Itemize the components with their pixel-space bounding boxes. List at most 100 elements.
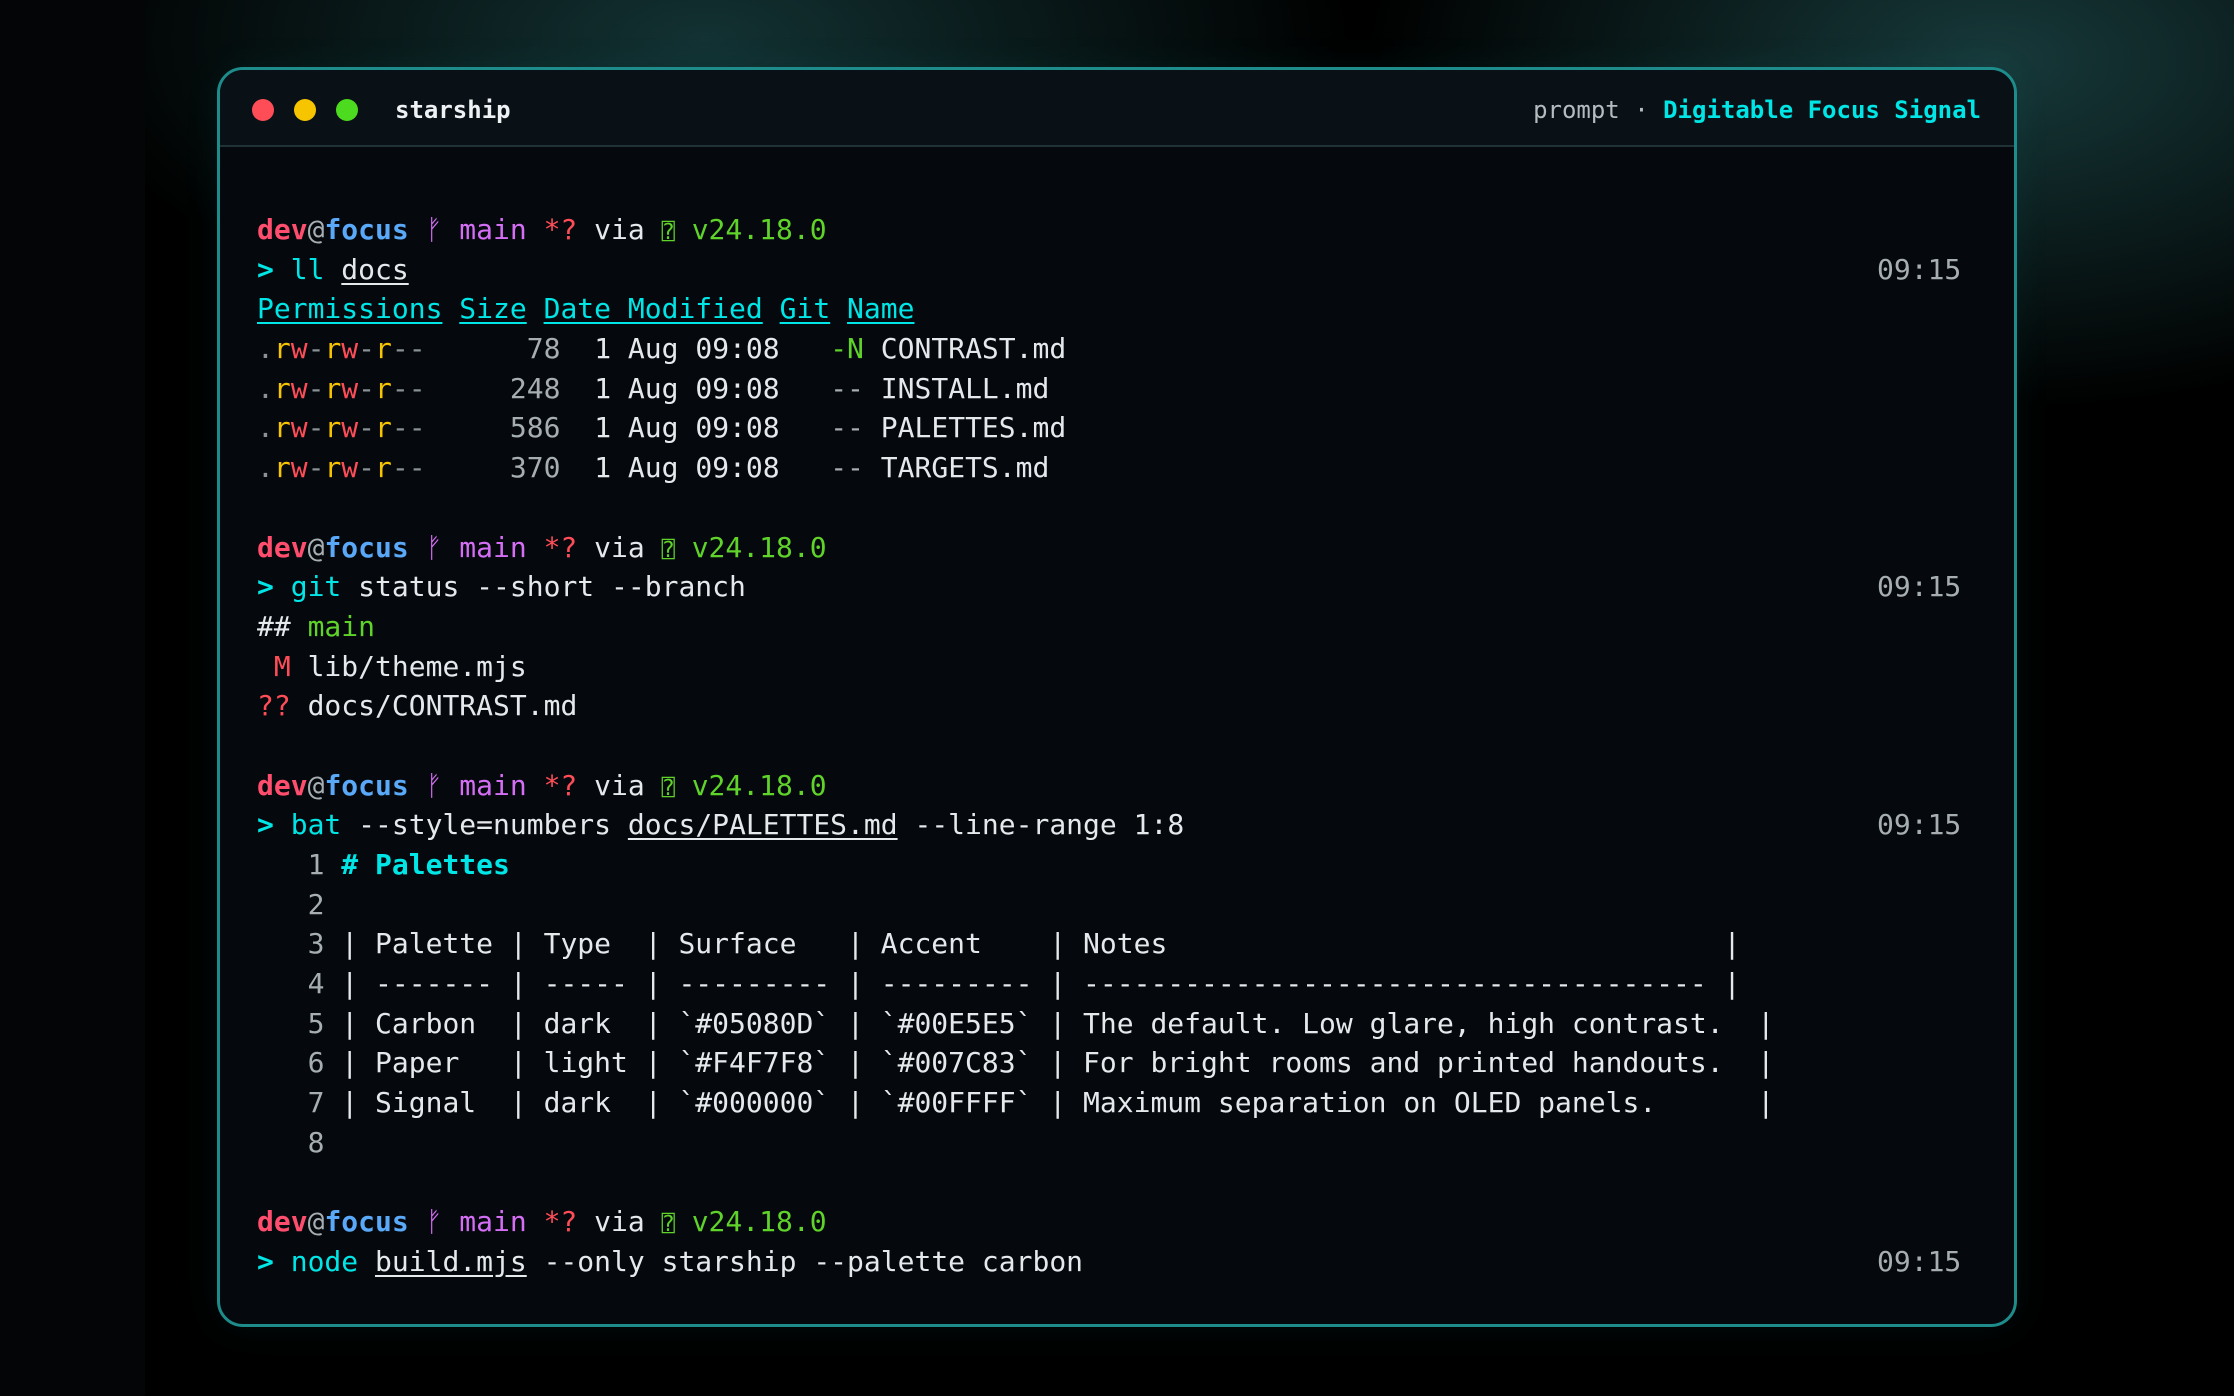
command-path-arg[interactable]: docs/PALETTES.md: [628, 808, 898, 841]
file-name[interactable]: CONTRAST.md: [881, 332, 1066, 365]
git-status-entry: ?? docs/CONTRAST.md: [257, 686, 2014, 726]
close-button[interactable]: [252, 99, 274, 121]
nodejs-icon: ⍰: [661, 220, 675, 245]
permission-char: w: [341, 371, 359, 405]
git-status-path[interactable]: lib/theme.mjs: [308, 650, 527, 683]
bat-line-number: 4: [307, 967, 325, 1001]
prompt-arrow: >: [257, 1244, 274, 1278]
git-status-path[interactable]: docs/CONTRAST.md: [308, 689, 578, 722]
permission-char: .: [257, 371, 274, 405]
size-cell: 248: [509, 371, 561, 405]
nodejs-icon: ⍰: [661, 537, 675, 563]
command-line: > bat --style=numbers docs/PALETTES.md -…: [257, 805, 2014, 845]
prompt-at: @: [307, 213, 325, 246]
bat-line: 8: [257, 1123, 2014, 1163]
file-name[interactable]: INSTALL.md: [881, 372, 1050, 405]
permission-char: r: [273, 411, 291, 445]
permission-char: w: [290, 371, 308, 405]
prompt-user: dev: [257, 213, 308, 246]
permission-char: w: [341, 451, 359, 485]
command-program[interactable]: bat: [291, 808, 342, 841]
bat-line: 1 # Palettes: [257, 845, 2014, 885]
date-cell: 1 Aug 09:08: [594, 371, 780, 405]
git-status-cell: -N: [830, 332, 864, 366]
prompt-host: focus: [324, 530, 409, 564]
git-branch-icon: ᚠ: [425, 213, 443, 246]
permission-char: w: [341, 411, 359, 445]
ls-column-header: Date Modified: [543, 292, 763, 326]
prompt-via: via: [594, 213, 645, 246]
command-path-arg[interactable]: build.mjs: [375, 1245, 527, 1278]
prompt-branch: main: [459, 530, 527, 564]
prompt-line: dev@focus ᚠ main *? via ⍰ v24.18.0: [257, 1202, 2014, 1242]
permission-char: r: [324, 411, 342, 445]
permissions-cell: .rw-rw-r--: [257, 372, 426, 405]
git-branch-icon: ᚠ: [425, 1205, 443, 1239]
bat-line-number: 5: [307, 1006, 325, 1040]
bat-line: 2: [257, 885, 2014, 925]
file-name[interactable]: PALETTES.md: [881, 411, 1066, 444]
command-path-arg[interactable]: docs: [341, 253, 408, 286]
bat-line: 7 | Signal | dark | `#000000` | `#00FFFF…: [257, 1083, 2014, 1123]
git-status-cell: --: [830, 371, 864, 405]
bat-line-text: | Carbon | dark | `#05080D` | `#00E5E5` …: [341, 1006, 1775, 1040]
ls-row: .rw-rw-r-- 78 1 Aug 09:08 -N CONTRAST.md: [257, 329, 2014, 369]
permission-char: r: [273, 332, 291, 366]
prompt-user: dev: [257, 1205, 308, 1239]
command-line: > node build.mjs --only starship --palet…: [257, 1242, 2014, 1282]
ls-column-header: Name: [847, 292, 915, 326]
ls-column-header: Git: [779, 292, 831, 326]
command-program[interactable]: git: [291, 570, 342, 603]
terminal-window[interactable]: starship prompt · Digitable Focus Signal…: [217, 67, 2017, 1327]
bat-line-number: 2: [307, 887, 325, 921]
permission-char: -: [408, 411, 426, 445]
command-time: 09:15: [1877, 570, 1962, 604]
permission-char: -: [391, 451, 409, 485]
command-line: > ll docs 09:15: [257, 250, 2014, 290]
command-arg: status --short --branch: [358, 570, 746, 604]
bat-line-number: 6: [307, 1046, 325, 1080]
git-status-entry: M lib/theme.mjs: [257, 647, 2014, 687]
git-branch-name: main: [307, 609, 376, 643]
command-time: 09:15: [1877, 252, 1962, 286]
permission-char: w: [290, 411, 308, 445]
prompt-branch: main: [459, 768, 527, 802]
git-status-code: M: [257, 649, 291, 683]
bat-line-number: 8: [307, 1125, 325, 1159]
prompt-node-version: v24.18.0: [691, 1205, 827, 1239]
git-branch-icon: ᚠ: [425, 768, 443, 802]
bat-line-number: 3: [307, 927, 325, 961]
ls-row: .rw-rw-r-- 586 1 Aug 09:08 -- PALETTES.m…: [257, 408, 2014, 448]
minimize-button[interactable]: [294, 99, 316, 121]
git-branch-prefix: ##: [257, 609, 308, 643]
prompt-line: dev@focus ᚠ main *? via ⍰ v24.18.0: [257, 210, 2014, 250]
permission-char: r: [375, 411, 392, 445]
window-title: starship: [395, 96, 511, 124]
bat-line-text: # Palettes: [341, 848, 510, 881]
prompt-arrow: >: [257, 808, 274, 842]
git-branch-icon: ᚠ: [425, 530, 443, 564]
prompt-arrow: >: [257, 252, 274, 286]
date-cell: 1 Aug 09:08: [594, 332, 780, 366]
ls-header-row: Permissions Size Date Modified Git Name: [257, 289, 2014, 329]
file-name[interactable]: TARGETS.md: [881, 451, 1050, 484]
ls-column-header: Permissions: [257, 292, 443, 326]
terminal-output[interactable]: dev@focus ᚠ main *? via ⍰ v24.18.0 > ll d…: [257, 210, 2014, 1324]
title-bar[interactable]: starship prompt · Digitable Focus Signal: [220, 70, 2014, 147]
command-program[interactable]: node: [291, 1245, 358, 1278]
command-program[interactable]: ll: [291, 253, 325, 286]
permission-char: -: [408, 371, 426, 405]
ls-row: .rw-rw-r-- 248 1 Aug 09:08 -- INSTALL.md: [257, 369, 2014, 409]
command-arg: --style=numbers: [358, 808, 612, 842]
maximize-button[interactable]: [336, 99, 358, 121]
theme-name: Digitable Focus Signal: [1663, 96, 1981, 124]
prompt-host: focus: [324, 213, 409, 246]
prompt-git-status: *?: [543, 213, 578, 246]
permission-char: r: [273, 451, 291, 485]
prompt-via: via: [594, 768, 645, 802]
bat-line: 4 | ------- | ----- | --------- | ------…: [257, 964, 2014, 1004]
bat-line: 5 | Carbon | dark | `#05080D` | `#00E5E5…: [257, 1004, 2014, 1044]
size-cell: 586: [509, 411, 561, 445]
